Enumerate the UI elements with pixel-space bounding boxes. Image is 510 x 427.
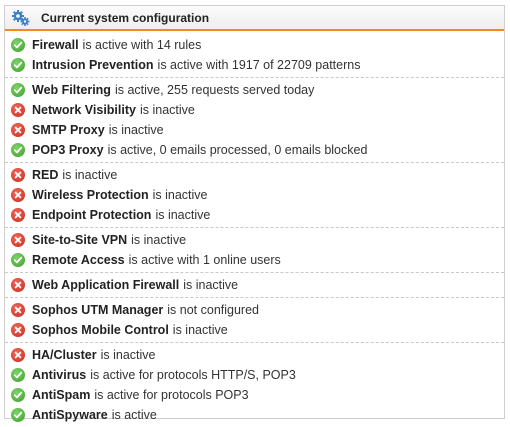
service-status-text: is active with 1917 of 22709 patterns (157, 58, 361, 72)
service-name: RED (32, 168, 59, 182)
status-group: RED is inactive Wireless Protection is inac… (5, 163, 504, 228)
service-status-text: is inactive (100, 348, 156, 362)
error-x-icon (11, 208, 25, 222)
service-name: Remote Access (32, 253, 125, 267)
status-row: SMTP Proxy is inactive (5, 120, 504, 140)
service-name: HA/Cluster (32, 348, 97, 362)
service-name: POP3 Proxy (32, 143, 104, 157)
status-row: Web Application Firewall is inactive (5, 275, 504, 295)
checkmark-icon (11, 368, 25, 382)
service-name: Network Visibility (32, 103, 136, 117)
service-name: Site-to-Site VPN (32, 233, 128, 247)
panel-title: Current system configuration (41, 10, 210, 25)
service-name: SMTP Proxy (32, 123, 105, 137)
status-row: Network Visibility is inactive (5, 100, 504, 120)
service-status-text: is active with 1 online users (128, 253, 281, 267)
service-name: Firewall (32, 38, 79, 52)
checkmark-icon (11, 58, 25, 72)
service-status-text: is active for protocols HTTP/S, POP3 (90, 368, 296, 382)
error-x-icon (11, 188, 25, 202)
status-row: POP3 Proxy is active, 0 emails processed,… (5, 140, 504, 160)
status-group: Sophos UTM Manager is not configured Sopho… (5, 298, 504, 343)
error-x-icon (11, 233, 25, 247)
status-row: Endpoint Protection is inactive (5, 205, 504, 225)
service-status-text: is inactive (139, 103, 195, 117)
service-status-text: is active with 14 rules (82, 38, 202, 52)
status-row: Sophos Mobile Control is inactive (5, 320, 504, 340)
gears-icon (11, 9, 31, 27)
checkmark-icon (11, 253, 25, 267)
service-name: Endpoint Protection (32, 208, 152, 222)
error-x-icon (11, 278, 25, 292)
status-group: Site-to-Site VPN is inactive Remote Access… (5, 228, 504, 273)
status-row: AntiSpam is active for protocols POP3 (5, 385, 504, 405)
service-name: AntiSpyware (32, 408, 108, 422)
checkmark-icon (11, 408, 25, 422)
service-status-text: is inactive (152, 188, 208, 202)
service-status-text: is active for protocols POP3 (94, 388, 249, 402)
status-group: Web Filtering is active, 255 requests ser… (5, 78, 504, 163)
service-status-text: is inactive (62, 168, 118, 182)
service-status-text: is inactive (155, 208, 211, 222)
service-status-text: is active, 0 emails processed, 0 emails … (107, 143, 368, 157)
service-status-text: is inactive (108, 123, 164, 137)
checkmark-icon (11, 143, 25, 157)
status-row: Sophos UTM Manager is not configured (5, 300, 504, 320)
status-list: Firewall is active with 14 rules Intrusion… (5, 31, 504, 427)
service-name: Web Filtering (32, 83, 111, 97)
status-row: Antivirus is active for protocols HTTP/S,… (5, 365, 504, 385)
service-status-text: is active, 255 requests served today (114, 83, 315, 97)
service-name: AntiSpam (32, 388, 91, 402)
status-row: Intrusion Prevention is active with 1917 … (5, 55, 504, 75)
system-configuration-panel: Current system configuration Firewall is … (4, 5, 505, 422)
service-status-text: is inactive (183, 278, 239, 292)
error-x-icon (11, 323, 25, 337)
status-row: Site-to-Site VPN is inactive (5, 230, 504, 250)
service-status-text: is inactive (172, 323, 228, 337)
service-name: Sophos UTM Manager (32, 303, 164, 317)
status-group: Firewall is active with 14 rules Intrusion… (5, 33, 504, 78)
service-status-text: is inactive (131, 233, 187, 247)
service-name: Wireless Protection (32, 188, 149, 202)
error-x-icon (11, 348, 25, 362)
status-row: Web Filtering is active, 255 requests ser… (5, 80, 504, 100)
service-status-text: is not configured (167, 303, 259, 317)
status-row: Remote Access is active with 1 online use… (5, 250, 504, 270)
status-group: Web Application Firewall is inactive (5, 273, 504, 298)
status-group: HA/Cluster is inactive Antivirus is active … (5, 343, 504, 427)
service-name: Antivirus (32, 368, 87, 382)
panel-header: Current system configuration (5, 6, 504, 31)
service-name: Web Application Firewall (32, 278, 180, 292)
error-x-icon (11, 168, 25, 182)
error-x-icon (11, 103, 25, 117)
service-status-text: is active (111, 408, 157, 422)
status-row: RED is inactive (5, 165, 504, 185)
checkmark-icon (11, 83, 25, 97)
status-row: Wireless Protection is inactive (5, 185, 504, 205)
error-x-icon (11, 123, 25, 137)
service-name: Sophos Mobile Control (32, 323, 169, 337)
error-x-icon (11, 303, 25, 317)
status-row: AntiSpyware is active (5, 405, 504, 425)
status-row: HA/Cluster is inactive (5, 345, 504, 365)
service-name: Intrusion Prevention (32, 58, 154, 72)
status-row: Firewall is active with 14 rules (5, 35, 504, 55)
checkmark-icon (11, 388, 25, 402)
checkmark-icon (11, 38, 25, 52)
